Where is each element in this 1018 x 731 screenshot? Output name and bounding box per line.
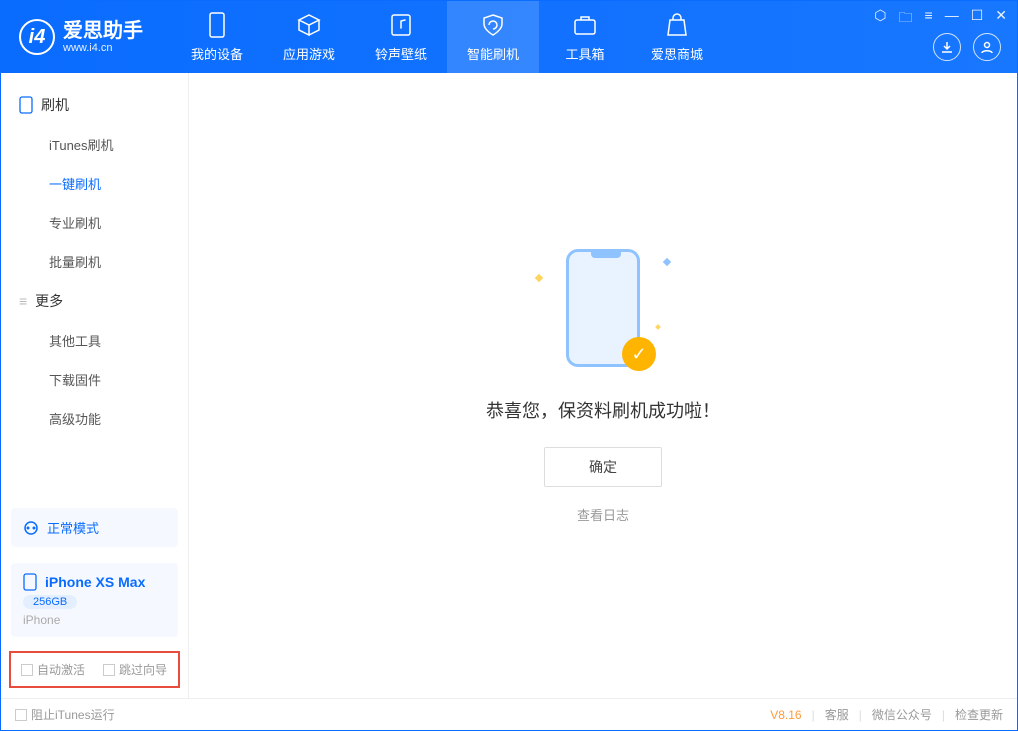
bag-icon bbox=[664, 12, 690, 38]
footer-right: V8.16 | 客服 | 微信公众号 | 检查更新 bbox=[770, 706, 1003, 723]
mode-card[interactable]: 正常模式 bbox=[11, 508, 178, 547]
ok-button[interactable]: 确定 bbox=[544, 447, 662, 487]
logo: i4 爱思助手 www.i4.cn bbox=[1, 19, 161, 55]
download-button[interactable] bbox=[933, 33, 961, 61]
device-name: iPhone XS Max bbox=[45, 574, 145, 590]
device-capacity: 256GB bbox=[23, 595, 77, 609]
maximize-button[interactable]: ☐ bbox=[971, 7, 984, 31]
sidebar-group-more: ≡ 更多 bbox=[1, 281, 188, 321]
nav-label: 我的设备 bbox=[191, 44, 243, 63]
nav-apps-games[interactable]: 应用游戏 bbox=[263, 1, 355, 73]
footer-link-support[interactable]: 客服 bbox=[825, 706, 849, 723]
music-file-icon bbox=[388, 12, 414, 38]
footer-link-update[interactable]: 检查更新 bbox=[955, 706, 1003, 723]
lock-icon[interactable]: 🗀 bbox=[899, 7, 913, 31]
window-controls: ⬡ 🗀 ≡ — ☐ ✕ bbox=[874, 7, 1007, 31]
nav-ringtones[interactable]: 铃声壁纸 bbox=[355, 1, 447, 73]
nav-label: 工具箱 bbox=[565, 44, 604, 63]
main-nav: 我的设备 应用游戏 铃声壁纸 智能刷机 工具箱 爱思商城 bbox=[171, 1, 723, 73]
auto-activate-checkbox[interactable]: 自动激活 bbox=[21, 661, 85, 678]
checkbox-label: 阻止iTunes运行 bbox=[31, 706, 115, 723]
view-log-link[interactable]: 查看日志 bbox=[577, 505, 629, 524]
device-icon bbox=[204, 12, 230, 38]
device-type: iPhone bbox=[23, 613, 166, 627]
sidebar-scroll: 刷机 iTunes刷机 一键刷机 专业刷机 批量刷机 ≡ 更多 其他工具 下载固… bbox=[1, 73, 188, 500]
app-window: i4 爱思助手 www.i4.cn 我的设备 应用游戏 铃声壁纸 智能刷机 bbox=[0, 0, 1018, 731]
app-url: www.i4.cn bbox=[63, 42, 143, 54]
nav-label: 应用游戏 bbox=[283, 44, 335, 63]
mode-label: 正常模式 bbox=[47, 518, 99, 537]
nav-label: 爱思商城 bbox=[651, 44, 703, 63]
nav-label: 智能刷机 bbox=[467, 44, 519, 63]
checkbox-icon bbox=[15, 709, 27, 721]
menu-icon[interactable]: ≡ bbox=[925, 7, 933, 31]
sparkle-icon bbox=[535, 274, 543, 282]
footer-link-wechat[interactable]: 微信公众号 bbox=[872, 706, 932, 723]
sidebar-group-flash: 刷机 bbox=[1, 85, 188, 125]
separator: | bbox=[859, 708, 862, 722]
success-illustration: ✓ bbox=[518, 247, 688, 377]
options-highlight: 自动激活 跳过向导 bbox=[9, 651, 180, 688]
separator: | bbox=[942, 708, 945, 722]
skip-guide-checkbox[interactable]: 跳过向导 bbox=[103, 661, 167, 678]
app-name: 爱思助手 bbox=[63, 20, 143, 42]
sidebar-item-download-firmware[interactable]: 下载固件 bbox=[1, 360, 188, 399]
close-button[interactable]: ✕ bbox=[995, 7, 1007, 31]
separator: | bbox=[812, 708, 815, 722]
sidebar-item-advanced[interactable]: 高级功能 bbox=[1, 399, 188, 438]
nav-toolbox[interactable]: 工具箱 bbox=[539, 1, 631, 73]
mode-icon bbox=[23, 520, 39, 536]
sidebar-group-label: 更多 bbox=[35, 291, 63, 311]
footer-left: 阻止iTunes运行 bbox=[15, 706, 115, 723]
device-card[interactable]: iPhone XS Max 256GB iPhone bbox=[11, 563, 178, 637]
sparkle-icon bbox=[655, 324, 661, 330]
check-badge-icon: ✓ bbox=[622, 337, 656, 371]
nav-label: 铃声壁纸 bbox=[375, 44, 427, 63]
titlebar: i4 爱思助手 www.i4.cn 我的设备 应用游戏 铃声壁纸 智能刷机 bbox=[1, 1, 1017, 73]
checkbox-label: 自动激活 bbox=[37, 661, 85, 678]
sidebar-item-itunes-flash[interactable]: iTunes刷机 bbox=[1, 125, 188, 164]
header-actions bbox=[933, 33, 1001, 61]
block-itunes-checkbox[interactable]: 阻止iTunes运行 bbox=[15, 706, 115, 723]
list-icon: ≡ bbox=[19, 293, 27, 309]
shield-refresh-icon bbox=[480, 12, 506, 38]
checkbox-icon bbox=[21, 664, 33, 676]
body: 刷机 iTunes刷机 一键刷机 专业刷机 批量刷机 ≡ 更多 其他工具 下载固… bbox=[1, 73, 1017, 698]
checkbox-label: 跳过向导 bbox=[119, 661, 167, 678]
version-label: V8.16 bbox=[770, 708, 801, 722]
phone-icon bbox=[19, 96, 33, 114]
sidebar-item-pro-flash[interactable]: 专业刷机 bbox=[1, 203, 188, 242]
success-message: 恭喜您，保资料刷机成功啦！ bbox=[486, 397, 720, 423]
sidebar: 刷机 iTunes刷机 一键刷机 专业刷机 批量刷机 ≡ 更多 其他工具 下载固… bbox=[1, 73, 189, 698]
main-content: ✓ 恭喜您，保资料刷机成功啦！ 确定 查看日志 bbox=[189, 73, 1017, 698]
briefcase-icon bbox=[572, 12, 598, 38]
device-icon bbox=[23, 573, 37, 591]
footer: 阻止iTunes运行 V8.16 | 客服 | 微信公众号 | 检查更新 bbox=[1, 698, 1017, 730]
sidebar-item-other-tools[interactable]: 其他工具 bbox=[1, 321, 188, 360]
checkbox-icon bbox=[103, 664, 115, 676]
sidebar-item-batch-flash[interactable]: 批量刷机 bbox=[1, 242, 188, 281]
minimize-button[interactable]: — bbox=[945, 7, 959, 31]
user-button[interactable] bbox=[973, 33, 1001, 61]
shirt-icon[interactable]: ⬡ bbox=[874, 7, 886, 31]
logo-icon: i4 bbox=[19, 19, 55, 55]
cube-icon bbox=[296, 12, 322, 38]
nav-flash[interactable]: 智能刷机 bbox=[447, 1, 539, 73]
sidebar-item-oneclick-flash[interactable]: 一键刷机 bbox=[1, 164, 188, 203]
sparkle-icon bbox=[663, 258, 671, 266]
sidebar-group-label: 刷机 bbox=[41, 95, 69, 115]
nav-store[interactable]: 爱思商城 bbox=[631, 1, 723, 73]
nav-my-device[interactable]: 我的设备 bbox=[171, 1, 263, 73]
